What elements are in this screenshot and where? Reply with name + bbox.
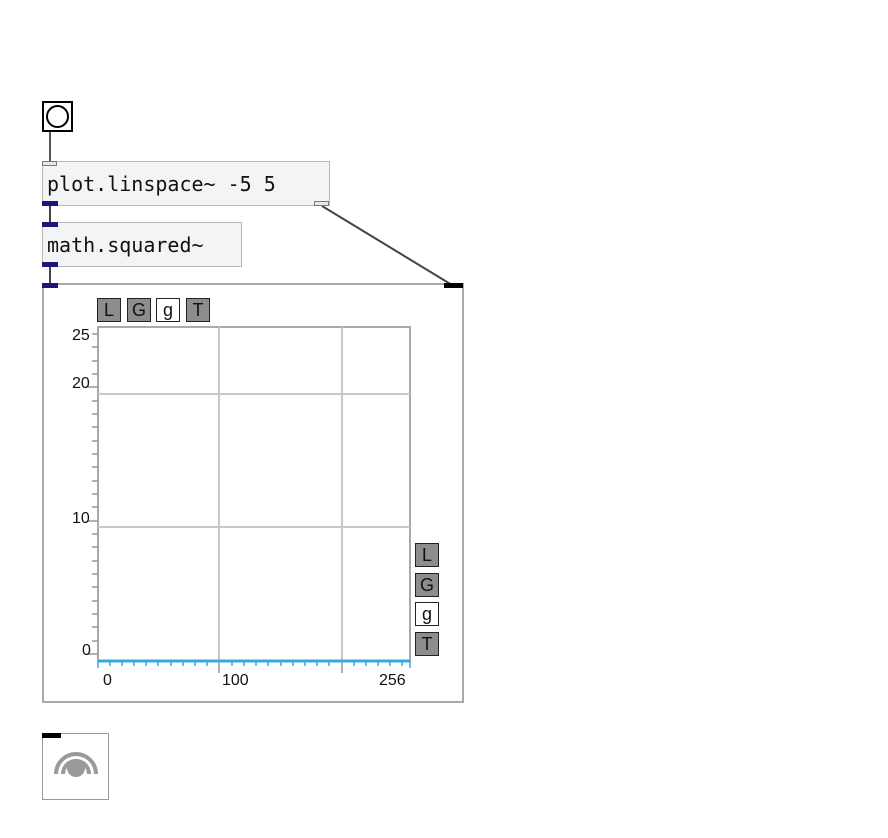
- y-tick-label-0: 0: [82, 642, 91, 659]
- dac-output[interactable]: [42, 733, 109, 800]
- plot-area: [88, 326, 411, 673]
- speaker-waves-icon: [54, 752, 98, 777]
- y-tick-label-10: 10: [72, 510, 90, 527]
- x-tick-label-0: 0: [103, 672, 112, 689]
- plot-frame: [97, 326, 411, 662]
- x-tick-label-256: 256: [379, 672, 406, 689]
- dac-inlet[interactable]: [42, 733, 61, 738]
- x-tick-label-100: 100: [222, 672, 249, 689]
- y-tick-label-25: 25: [72, 327, 90, 344]
- y-tick-label-20: 20: [72, 375, 90, 392]
